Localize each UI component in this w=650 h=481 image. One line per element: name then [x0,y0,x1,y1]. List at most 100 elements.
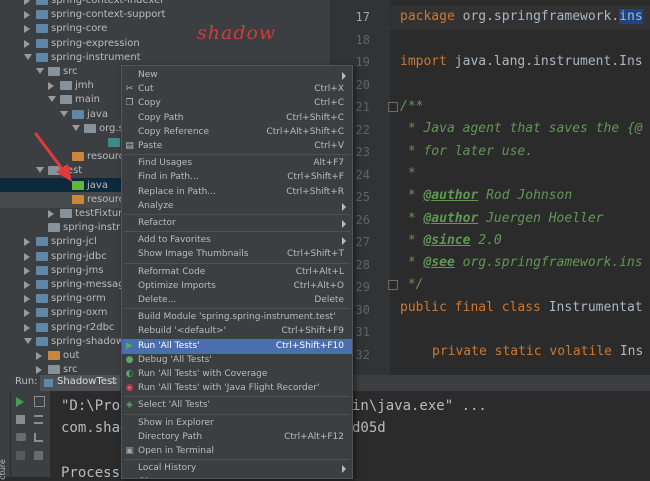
expand-arrow-icon[interactable] [24,337,32,344]
print-icon[interactable] [34,451,43,460]
stop-icon[interactable] [34,396,45,407]
collapse-arrow-icon[interactable] [24,252,30,261]
fold-icon[interactable] [388,280,398,290]
expand-arrow-icon[interactable] [48,96,56,103]
code-line-package: package org.springframework.ins [400,9,643,24]
annotation-arrow [34,132,72,182]
folder-icon [48,365,60,375]
menu-item-label: Find in Path... [138,172,199,183]
menu-item[interactable]: ● Debug 'All Tests' [122,353,352,368]
console-line: Process [61,465,121,481]
menu-item[interactable]: Replace in Path... Ctrl+Shift+R [122,185,352,200]
module-folder-icon [36,52,48,62]
menu-item[interactable]: Reformat Code Ctrl+Alt+L [122,265,352,280]
menu-item[interactable]: Find Usages Alt+F7 [122,156,352,171]
menu-item[interactable]: Directory Path Ctrl+Alt+F12 [122,430,352,445]
soft-wrap-icon[interactable] [34,415,43,424]
menu-item[interactable]: Copy Reference Ctrl+Alt+Shift+C [122,125,352,140]
source-folder-icon [72,109,84,119]
code-doc-close: */ [400,277,424,292]
close-icon[interactable]: × [110,376,118,387]
fold-icon[interactable] [388,102,398,112]
collapse-arrow-icon[interactable] [24,238,30,247]
menu-item[interactable]: Show in Explorer [122,416,352,431]
menu-item[interactable]: ◉ Run 'All Tests' with 'Java Flight Recor… [122,381,352,396]
console-line: "D:\Prog [61,398,129,414]
menu-item-label: Refactor [138,218,176,228]
menu-item[interactable]: Rebuild '<default>' Ctrl+Shift+F9 [122,324,352,339]
scroll-to-end-icon[interactable] [34,433,43,442]
menu-item-shortcut: Ctrl+Shift+F10 [275,340,344,351]
menu-item-shortcut: Ctrl+V [314,141,344,151]
expand-arrow-icon[interactable] [24,53,32,60]
menu-item-label: Open in Terminal [138,446,214,456]
menu-item[interactable]: New [122,68,352,83]
code-doc-author: * @author Rod Johnson [400,188,573,203]
menu-separator [124,459,350,461]
code-doc-line: * [400,166,416,181]
menu-item[interactable]: Local History [122,461,352,476]
menu-item-label: Copy Path [138,112,184,123]
menu-item[interactable]: ✂ Cut Ctrl+X [122,82,352,97]
code-doc-since: * @since 2.0 [400,233,502,248]
menu-item[interactable]: ▤ Paste Ctrl+V [122,139,352,154]
rerun-icon[interactable] [16,397,24,407]
module-folder-icon [36,38,48,48]
run-tab[interactable]: ShadowTest × [40,375,120,391]
collapse-arrow-icon[interactable] [24,266,30,275]
collapse-arrow-icon[interactable] [48,210,54,218]
module-folder-icon [36,294,48,304]
cut-icon: ✂ [125,84,134,95]
package-icon [84,123,96,133]
menu-item-shortcut: Alt+F7 [313,158,344,169]
menu-item[interactable]: Git [122,475,352,478]
collapse-arrow-icon[interactable] [36,352,42,360]
menu-item[interactable]: Find in Path... Ctrl+Shift+F [122,170,352,185]
menu-item[interactable]: ❐ Copy Ctrl+C [122,96,352,111]
collapse-arrow-icon[interactable] [24,309,30,318]
context-menu: New ✂ Cut Ctrl+X ❐ Copy Ctrl+C Copy Path Ctrl+Sh… [121,65,353,479]
menu-item[interactable]: Show Image Thumbnails Ctrl+Shift+T [122,247,352,262]
menu-item[interactable]: ▣ Open in Terminal [122,444,352,459]
expand-arrow-icon[interactable] [36,68,44,74]
menu-item-shortcut: Ctrl+Shift+C [286,112,344,123]
menu-item[interactable]: ▶ Run 'All Tests' Ctrl+Shift+F10 [122,338,352,354]
collapse-arrow-icon[interactable] [48,82,54,91]
collapse-arrow-icon[interactable] [24,39,30,48]
menu-item-shortcut: Ctrl+Shift+F [287,172,344,183]
menu-item[interactable]: Copy Path Ctrl+Shift+C [122,111,352,126]
line-number: 17 [355,10,370,24]
camera-icon[interactable] [16,433,26,441]
collapse-arrow-icon[interactable] [36,366,42,375]
module-folder-icon [36,308,48,318]
menu-item[interactable]: Optimize Imports Ctrl+Alt+O [122,279,352,294]
menu-item[interactable]: ◐ Run 'All Tests' with Coverage [122,367,352,382]
menu-separator [124,308,350,310]
profiler-icon: ◉ [125,383,134,394]
menu-item-label: Directory Path [138,431,203,442]
collapse-arrow-icon[interactable] [24,0,30,5]
collapse-arrow-icon[interactable] [24,323,30,332]
menu-item[interactable]: Build Module 'spring.spring-instrument.t… [122,310,352,325]
collapse-arrow-icon[interactable] [24,11,30,20]
menu-item-shortcut: Ctrl+Alt+Shift+C [266,126,344,137]
expand-arrow-icon[interactable] [60,110,68,117]
menu-item[interactable]: Add to Favorites [122,233,352,248]
line-number: 18 [355,32,370,47]
menu-item-label: Add to Favorites [138,235,211,246]
collapse-arrow-icon[interactable] [24,25,30,34]
menu-item-label: Analyze [138,200,174,211]
menu-item[interactable]: Delete... Delete [122,293,352,308]
menu-item[interactable]: Analyze [122,199,352,214]
settings-icon[interactable] [16,451,25,460]
menu-item-shortcut: Ctrl+Alt+O [293,280,344,291]
collapse-arrow-icon[interactable] [24,281,30,289]
restore-layout-icon[interactable] [16,415,25,424]
menu-item-label: Select 'All Tests' [138,400,211,411]
menu-item[interactable]: ◈ Select 'All Tests' [122,398,352,413]
menu-item-label: Rebuild '<default>' [138,326,227,337]
collapse-arrow-icon[interactable] [24,295,30,304]
menu-item-label: Debug 'All Tests' [138,354,212,365]
menu-item-label: Build Module 'spring.spring-instrument.t… [138,312,336,323]
menu-item[interactable]: Refactor [122,216,352,231]
